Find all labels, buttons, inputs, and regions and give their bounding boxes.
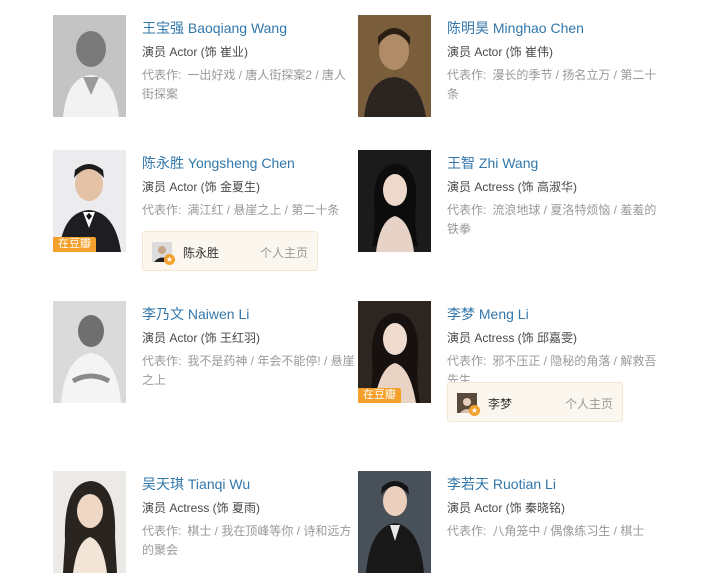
- representative-works: 代表作: 流浪地球 / 夏洛特烦恼 / 羞羞的铁拳: [447, 201, 662, 239]
- actor-name-link[interactable]: 吴天琪 Tianqi Wu: [142, 475, 357, 493]
- actor-name-link[interactable]: 王宝强 Baoqiang Wang: [142, 19, 357, 37]
- homepage-name: 陈永胜: [183, 246, 220, 260]
- representative-works: 代表作: 八角笼中 / 偶像练习生 / 棋士: [447, 522, 662, 541]
- actor-role: 演员 Actor (饰 金夏生): [142, 180, 261, 194]
- actor-photo[interactable]: [358, 471, 431, 573]
- works-label: 代表作:: [142, 203, 182, 217]
- actor-name-link[interactable]: 李乃文 Naiwen Li: [142, 305, 357, 323]
- actor-role: 演员 Actress (饰 邱嘉雯): [447, 331, 578, 345]
- actor-name-link[interactable]: 李梦 Meng Li: [447, 305, 662, 323]
- actor-role: 演员 Actor (饰 秦晓铭): [447, 501, 566, 515]
- verified-star-icon: ★: [164, 254, 175, 265]
- personal-homepage-card[interactable]: ★ 陈永胜 个人主页: [142, 231, 318, 271]
- actor-name-link[interactable]: 王智 Zhi Wang: [447, 154, 662, 172]
- works-list: 八角笼中 / 偶像练习生 / 棋士: [492, 524, 645, 538]
- homepage-link[interactable]: 个人主页: [565, 395, 613, 412]
- actor-role: 演员 Actor (饰 崔伟): [447, 45, 554, 59]
- representative-works: 代表作: 漫长的季节 / 扬名立万 / 第二十条: [447, 66, 662, 104]
- representative-works: 代表作: 棋士 / 我在顶峰等你 / 诗和远方的聚会: [142, 522, 357, 560]
- actor-name-link[interactable]: 陈永胜 Yongsheng Chen: [142, 154, 357, 172]
- homepage-name: 李梦: [488, 397, 513, 411]
- works-label: 代表作:: [447, 354, 487, 368]
- actor-name-link[interactable]: 陈明昊 Minghao Chen: [447, 19, 662, 37]
- works-label: 代表作:: [142, 354, 182, 368]
- douban-badge: 在豆瓣: [358, 388, 401, 403]
- douban-badge: 在豆瓣: [53, 237, 96, 252]
- actor-role: 演员 Actress (饰 夏雨): [142, 501, 261, 515]
- actor-photo[interactable]: [358, 15, 431, 117]
- works-label: 代表作:: [447, 203, 487, 217]
- actor-role: 演员 Actress (饰 高淑华): [447, 180, 578, 194]
- actor-photo[interactable]: [53, 15, 126, 117]
- actor-photo[interactable]: [53, 301, 126, 403]
- representative-works: 代表作: 满江红 / 悬崖之上 / 第二十条: [142, 201, 357, 220]
- works-label: 代表作:: [447, 524, 487, 538]
- representative-works: 代表作: 一出好戏 / 唐人街探案2 / 唐人街探案: [142, 66, 357, 104]
- actor-photo[interactable]: 在豆瓣: [53, 150, 126, 252]
- actor-photo[interactable]: [358, 150, 431, 252]
- works-label: 代表作:: [447, 68, 487, 82]
- verified-star-icon: ★: [469, 405, 480, 416]
- homepage-link[interactable]: 个人主页: [260, 244, 308, 261]
- representative-works: 代表作: 我不是药神 / 年会不能停! / 悬崖之上: [142, 352, 357, 390]
- actor-role: 演员 Actor (饰 王红羽): [142, 331, 261, 345]
- works-label: 代表作:: [142, 524, 182, 538]
- works-label: 代表作:: [142, 68, 182, 82]
- actor-name-link[interactable]: 李若天 Ruotian Li: [447, 475, 662, 493]
- personal-homepage-card[interactable]: ★ 李梦 个人主页: [447, 382, 623, 422]
- actor-photo[interactable]: 在豆瓣: [358, 301, 431, 403]
- works-list: 满江红 / 悬崖之上 / 第二十条: [187, 203, 340, 217]
- actor-photo[interactable]: [53, 471, 126, 573]
- actor-role: 演员 Actor (饰 崔业): [142, 45, 249, 59]
